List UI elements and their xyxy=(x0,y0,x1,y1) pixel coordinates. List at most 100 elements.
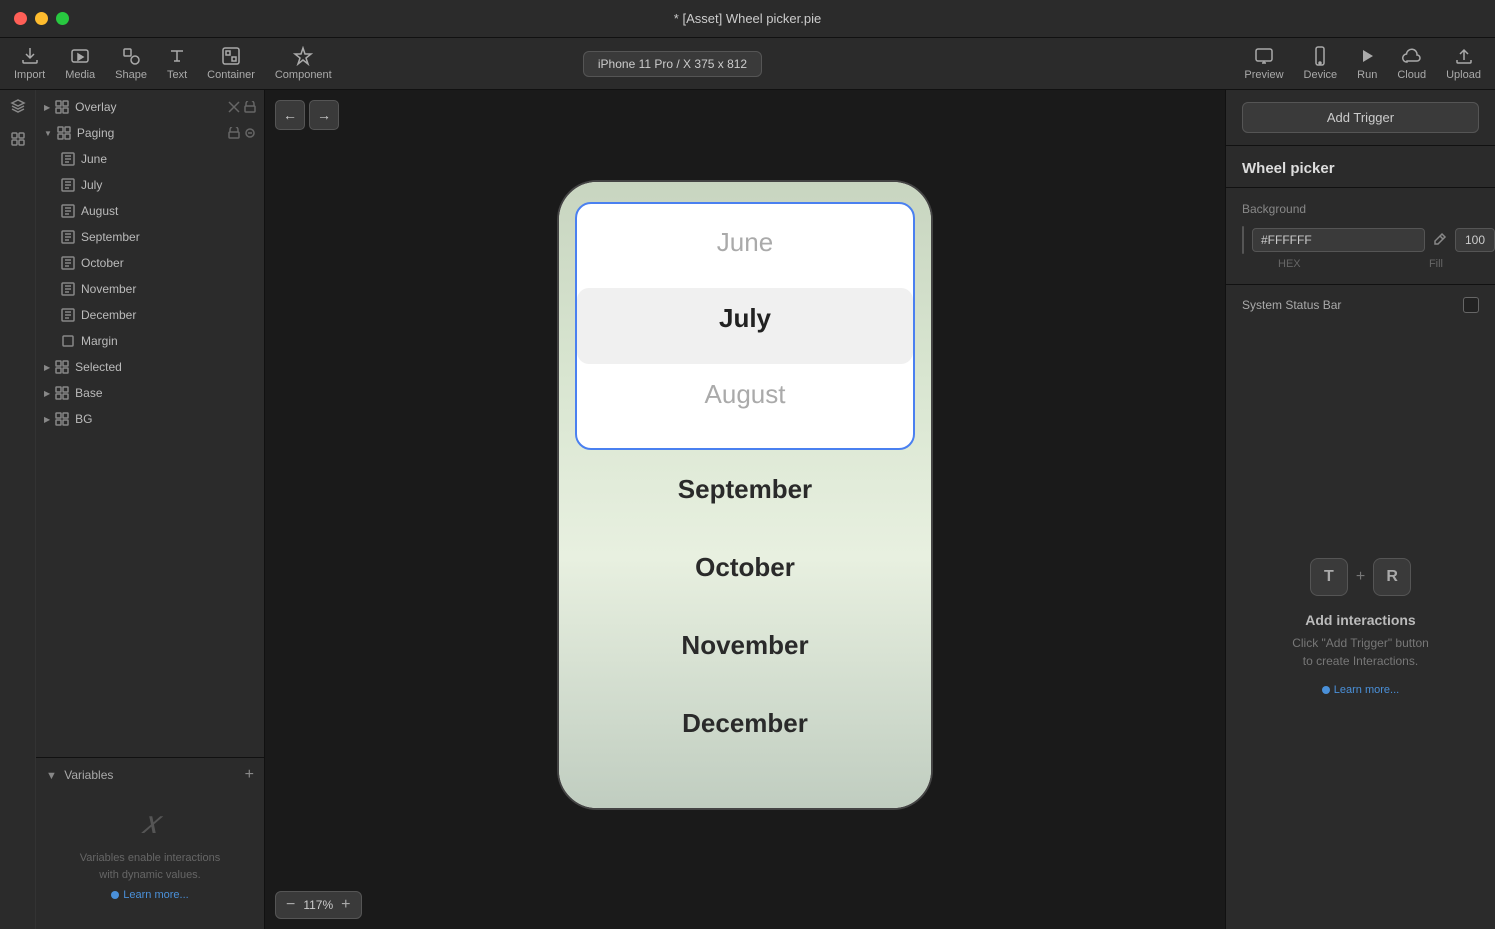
layer-item[interactable]: July xyxy=(36,172,264,198)
container-button[interactable]: Container xyxy=(207,46,255,81)
layer-type-icon xyxy=(54,99,70,115)
color-swatch[interactable] xyxy=(1242,226,1244,254)
titlebar: * [Asset] Wheel picker.pie xyxy=(0,0,1495,38)
fullscreen-button[interactable] xyxy=(56,12,69,25)
opacity-input[interactable] xyxy=(1455,228,1495,252)
run-button[interactable]: Run xyxy=(1357,46,1377,81)
interactions-title: Add interactions xyxy=(1305,612,1415,628)
layer-item[interactable]: December xyxy=(36,302,264,328)
traffic-lights xyxy=(14,12,69,25)
layer-name: Paging xyxy=(77,126,114,140)
layer-type-icon xyxy=(60,203,76,219)
minimize-button[interactable] xyxy=(35,12,48,25)
interactions-section: T + R Add interactions Click "Add Trigge… xyxy=(1226,325,1495,929)
layer-name: Overlay xyxy=(75,100,116,114)
collapse-arrow: ▶ xyxy=(44,415,50,424)
picker-item-july[interactable]: July xyxy=(577,280,913,356)
variables-desc: Variables enable interactionswith dynami… xyxy=(56,850,244,883)
collapse-arrow: ▼ xyxy=(44,129,52,138)
fill-label: Fill xyxy=(1429,258,1443,270)
layer-item[interactable]: September xyxy=(36,224,264,250)
main-layout: ▶Overlay▼PagingJuneJulyAugustSeptemberOc… xyxy=(0,90,1495,929)
add-variable-button[interactable]: + xyxy=(245,766,254,784)
layer-name: September xyxy=(81,230,140,244)
trigger-section: Add Trigger xyxy=(1226,90,1495,146)
variables-content: 𝑥 Variables enable interactionswith dyna… xyxy=(46,784,254,921)
layer-item[interactable]: October xyxy=(36,250,264,276)
collapse-arrow: ▶ xyxy=(44,103,50,112)
layer-item[interactable]: ▼ Paging xyxy=(36,120,264,146)
layer-item[interactable]: August xyxy=(36,198,264,224)
layer-name: November xyxy=(81,282,136,296)
window-title: * [Asset] Wheel picker.pie xyxy=(674,11,821,26)
assets-icon[interactable] xyxy=(10,131,26,150)
preview-button[interactable]: Preview xyxy=(1244,46,1283,81)
layer-item[interactable]: Margin xyxy=(36,328,264,354)
picker-window[interactable]: June July August xyxy=(575,202,915,450)
plus-sign: + xyxy=(1356,568,1365,586)
interactions-learn-more[interactable]: Learn more... xyxy=(1322,684,1399,696)
layer-name: December xyxy=(81,308,136,322)
variables-header[interactable]: ▼ Variables + xyxy=(46,766,254,784)
layer-item[interactable]: ▶ Selected xyxy=(36,354,264,380)
variables-section: ▼ Variables + 𝑥 Variables enable interac… xyxy=(36,757,264,929)
interactions-desc: Click "Add Trigger" buttonto create Inte… xyxy=(1292,634,1429,670)
zoom-out-button[interactable]: − xyxy=(286,896,295,914)
status-bar-row: System Status Bar xyxy=(1226,285,1495,325)
layer-name: August xyxy=(81,204,118,218)
layer-item[interactable]: June xyxy=(36,146,264,172)
upload-button[interactable]: Upload xyxy=(1446,46,1481,81)
layer-type-icon xyxy=(60,281,76,297)
layer-name: Margin xyxy=(81,334,118,348)
eyedropper-button[interactable] xyxy=(1433,232,1447,249)
picker-item-august[interactable]: August xyxy=(577,356,913,432)
picker-item-june[interactable]: June xyxy=(577,204,913,280)
nav-back-button[interactable]: ← xyxy=(275,100,305,130)
variables-learn-more[interactable]: Learn more... xyxy=(56,889,244,901)
device-selector[interactable]: iPhone 11 Pro / X 375 x 812 xyxy=(583,51,762,77)
layers-icon[interactable] xyxy=(10,98,26,117)
layer-type-icon xyxy=(54,411,70,427)
zoom-in-button[interactable]: + xyxy=(341,896,350,914)
collapse-arrow: ▶ xyxy=(44,363,50,372)
layer-type-icon xyxy=(60,229,76,245)
picker-months-below: SeptemberOctoberNovemberDecember xyxy=(575,450,915,762)
below-month-item[interactable]: November xyxy=(575,606,915,684)
layer-type-icon xyxy=(60,151,76,167)
status-bar-label: System Status Bar xyxy=(1242,298,1341,312)
close-button[interactable] xyxy=(14,12,27,25)
below-month-item[interactable]: September xyxy=(575,450,915,528)
device-button[interactable]: Device xyxy=(1304,46,1338,81)
layer-name: Selected xyxy=(75,360,122,374)
text-button[interactable]: Text xyxy=(167,46,187,81)
variables-icon: 𝑥 xyxy=(56,804,244,842)
toolbar: Import Media Shape Text Container Com xyxy=(0,38,1495,90)
nav-forward-button[interactable]: → xyxy=(309,100,339,130)
interaction-keys: T + R xyxy=(1310,558,1411,596)
import-button[interactable]: Import xyxy=(14,46,45,81)
component-button[interactable]: Component xyxy=(275,46,332,81)
canvas-navigation: ← → xyxy=(275,100,339,130)
below-month-item[interactable]: December xyxy=(575,684,915,762)
device-selector-wrapper[interactable]: iPhone 11 Pro / X 375 x 812 xyxy=(583,51,762,77)
layer-name: BG xyxy=(75,412,92,426)
layer-item[interactable]: ▶Base xyxy=(36,380,264,406)
background-row xyxy=(1242,226,1479,254)
zoom-level: 117% xyxy=(303,898,333,912)
right-panel-title: Wheel picker xyxy=(1226,146,1495,188)
status-bar-checkbox[interactable] xyxy=(1463,297,1479,313)
layer-item[interactable]: ▶ Overlay xyxy=(36,94,264,120)
key-r-badge: R xyxy=(1373,558,1411,596)
canvas-area: ← → June July August SeptemberOctoberNov… xyxy=(265,90,1225,929)
cloud-button[interactable]: Cloud xyxy=(1397,46,1426,81)
media-button[interactable]: Media xyxy=(65,46,95,81)
hex-input[interactable] xyxy=(1252,228,1425,252)
below-month-item[interactable]: October xyxy=(575,528,915,606)
phone-frame: June July August SeptemberOctoberNovembe… xyxy=(557,180,933,810)
layer-name: October xyxy=(81,256,124,270)
layer-type-icon xyxy=(60,177,76,193)
add-trigger-button[interactable]: Add Trigger xyxy=(1242,102,1479,133)
shape-button[interactable]: Shape xyxy=(115,46,147,81)
layer-item[interactable]: November xyxy=(36,276,264,302)
layer-item[interactable]: ▶ BG xyxy=(36,406,264,432)
